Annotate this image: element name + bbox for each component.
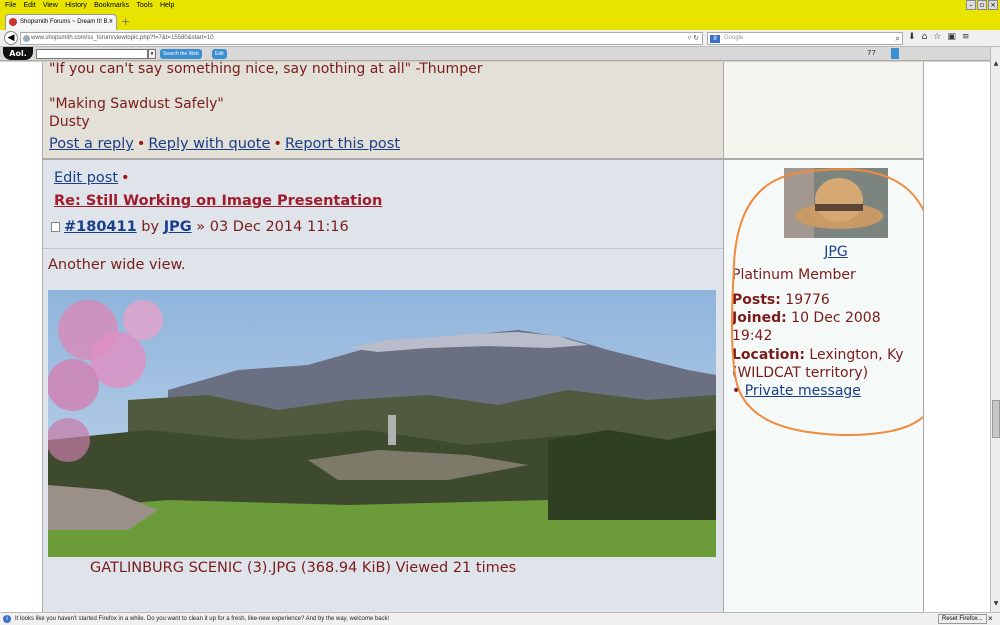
post-reply-link[interactable]: Post a reply [49, 136, 134, 152]
menu-icon[interactable]: ≡ [962, 32, 970, 42]
bullet: • [273, 136, 282, 152]
page-content: "If you can't say something nice, say no… [0, 62, 990, 612]
post: Edit post • Re: Still Working on Image Pr… [43, 160, 723, 612]
post-body: Another wide view. [48, 257, 186, 273]
menu-tools[interactable]: Tools [136, 0, 152, 11]
menu-file[interactable]: File [5, 0, 16, 11]
info-icon: i [3, 615, 11, 623]
post-author-link[interactable]: JPG [164, 219, 192, 235]
aol-dropdown-icon[interactable]: ▾ [148, 49, 156, 59]
url-text: www.shopsmith.com/ss_forum/viewtopic.php… [31, 35, 214, 41]
back-arrow-icon: ◀ [7, 33, 15, 43]
post-date: » 03 Dec 2014 11:16 [196, 219, 349, 235]
post-divider [43, 248, 723, 249]
edit-post-row: Edit post • [54, 170, 133, 186]
tab-close-icon[interactable]: × [109, 15, 113, 29]
search-placeholder: Google [724, 35, 744, 41]
aol-logo: Aol. [3, 47, 33, 60]
report-post-link[interactable]: Report this post [285, 136, 400, 152]
menu-history[interactable]: History [65, 0, 87, 11]
signature-quote: "If you can't say something nice, say no… [49, 62, 483, 77]
post-subject[interactable]: Re: Still Working on Image Presentation [54, 193, 382, 209]
window-controls: – ▫ × [966, 0, 998, 10]
notification-close-icon[interactable]: × [988, 613, 993, 625]
menu-edit[interactable]: Edit [24, 0, 36, 11]
globe-icon [23, 35, 30, 42]
aol-toolbar: Aol. ▾ Search the Web Edit 77 [0, 47, 1000, 61]
close-icon[interactable]: × [988, 0, 998, 10]
post-meta: #180411 by JPG » 03 Dec 2014 11:16 [51, 219, 349, 235]
post-by: by [141, 219, 160, 235]
home-icon[interactable]: ⌂ [922, 32, 928, 42]
reload-icon[interactable]: ▿ ↻ [688, 33, 699, 44]
tab-title: Shopsmith Forums ~ Dream It! B... [20, 19, 113, 25]
navigation-bar: ◀ www.shopsmith.com/ss_forum/viewtopic.p… [0, 30, 1000, 47]
notification-bar: i It looks like you haven't started Fire… [0, 612, 1000, 625]
menu-bar: File Edit View History Bookmarks Tools H… [0, 0, 1000, 12]
edit-post-link[interactable]: Edit post [54, 170, 118, 186]
restore-icon[interactable]: ▫ [977, 0, 987, 10]
bullet: • [136, 136, 146, 152]
bullet: • [121, 170, 130, 186]
post-page-icon [51, 222, 60, 232]
reply-with-quote-link[interactable]: Reply with quote [148, 136, 270, 152]
scroll-up-icon[interactable]: ▲ [991, 59, 1000, 69]
signature-motto: "Making Sawdust Safely" [49, 96, 224, 112]
aol-edit-button[interactable]: Edit [212, 49, 227, 59]
search-input[interactable]: 8 Google ⌕ [707, 32, 903, 45]
scroll-thumb[interactable] [992, 400, 1000, 438]
right-gutter [923, 62, 990, 612]
new-tab-icon[interactable]: + [121, 15, 130, 28]
attachment-image[interactable] [48, 290, 716, 557]
vertical-scrollbar[interactable]: ▲ ▼ [990, 47, 1000, 612]
aol-search-input[interactable] [36, 49, 148, 59]
annotation-circle [731, 168, 941, 436]
left-gutter [0, 62, 43, 612]
post-profile: JPG Platinum Member Posts: 19776 Joined:… [723, 160, 941, 612]
aol-notify-icon[interactable] [891, 48, 899, 59]
download-icon[interactable]: ⬇ [908, 32, 916, 42]
favicon-icon [9, 18, 17, 26]
url-bar[interactable]: www.shopsmith.com/ss_forum/viewtopic.php… [20, 32, 703, 45]
search-engine-icon[interactable]: 8 [710, 35, 720, 43]
toolbar-icons: ⬇ ⌂ ☆ ▣ ≡ [908, 32, 969, 42]
menu-view[interactable]: View [43, 0, 58, 11]
search-icon[interactable]: ⌕ [896, 33, 900, 44]
bookmark-star-icon[interactable]: ☆ [933, 32, 941, 42]
back-button[interactable]: ◀ [4, 31, 18, 45]
reset-firefox-button[interactable]: Reset Firefox... [938, 614, 987, 624]
menu-bookmarks[interactable]: Bookmarks [94, 0, 129, 11]
minimize-icon[interactable]: – [966, 0, 976, 10]
tab-bar: Shopsmith Forums ~ Dream It! B... × + [0, 12, 1000, 30]
signature-name: Dusty [49, 114, 90, 130]
menu-help[interactable]: Help [160, 0, 174, 11]
previous-post-profile [723, 62, 923, 160]
post-id-link[interactable]: #180411 [64, 219, 137, 235]
aol-count: 77 [867, 49, 876, 57]
attachment-caption: GATLINBURG SCENIC (3).JPG (368.94 KiB) V… [90, 560, 517, 576]
post-actions: Post a reply • Reply with quote • Report thi… [49, 136, 400, 152]
notification-message: It looks like you haven't started Firefo… [15, 616, 390, 622]
aol-search-button[interactable]: Search the Web [160, 49, 202, 59]
landscape-photo [48, 290, 716, 557]
bookmarks-menu-icon[interactable]: ▣ [947, 32, 956, 42]
previous-post: "If you can't say something nice, say no… [43, 62, 723, 160]
scroll-down-icon[interactable]: ▼ [991, 599, 1000, 609]
tab-shopsmith-forums[interactable]: Shopsmith Forums ~ Dream It! B... × [5, 14, 117, 30]
